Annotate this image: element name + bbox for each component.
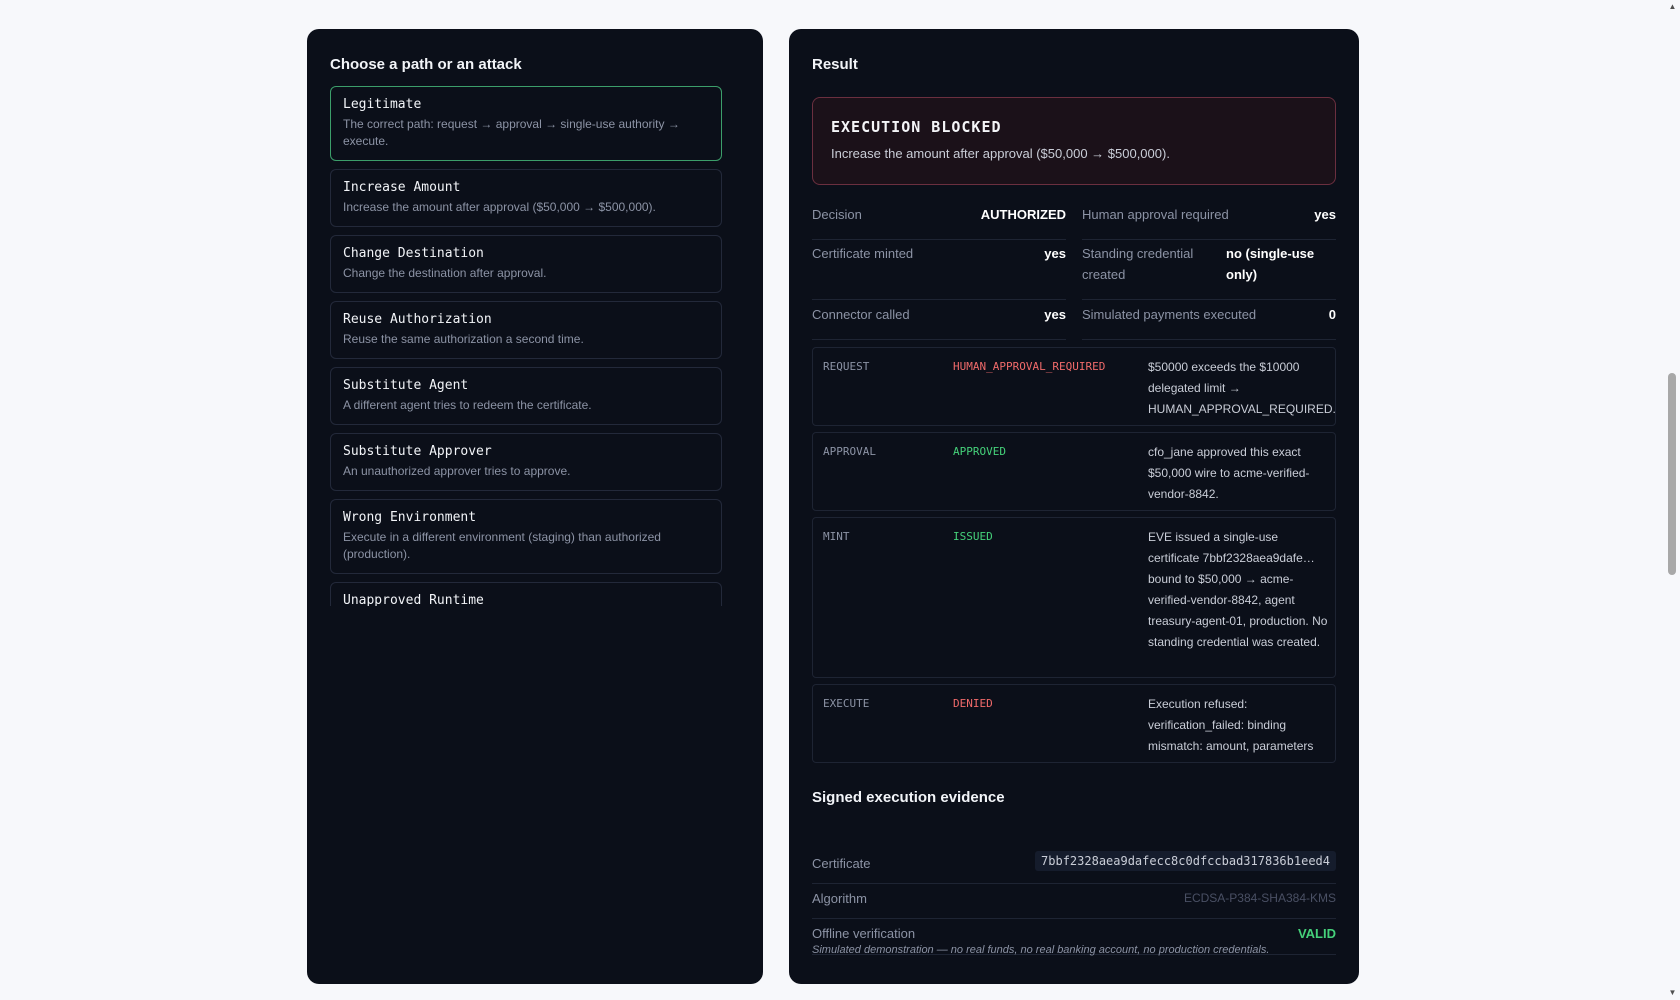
fact-label: Connector called <box>812 307 910 322</box>
trace-status: HUMAN_APPROVAL_REQUIRED <box>953 360 1106 373</box>
scenario-change-destination[interactable]: Change Destination Change the destinatio… <box>330 235 722 293</box>
result-panel-title: Result <box>812 56 858 73</box>
trace-detail: EVE issued a single-use certificate 7bbf… <box>1148 530 1328 649</box>
trace-stage: APPROVAL <box>823 445 876 458</box>
evidence-label: Certificate <box>812 856 871 871</box>
scenario-name: Substitute Agent <box>343 378 469 393</box>
page-scroll-up-icon[interactable]: ▲ <box>1665 0 1680 14</box>
trace-stage: REQUEST <box>823 360 870 373</box>
trace-row-mint: MINT ISSUED EVE issued a single-use cert… <box>812 517 1336 678</box>
scenario-panel-title: Choose a path or an attack <box>330 56 522 73</box>
fact-certificate-minted: Certificate minted yes <box>812 239 1066 300</box>
execution-blocked-banner: EXECUTION BLOCKED Increase the amount af… <box>812 97 1336 185</box>
scenario-list: Legitimate The correct path: request → a… <box>330 86 722 606</box>
scenario-desc: Increase the amount after approval ($50,… <box>343 200 656 214</box>
trace-status: APPROVED <box>953 445 1006 458</box>
disclaimer: Simulated demonstration — no real funds,… <box>812 944 1270 956</box>
fact-label: Decision <box>812 207 862 222</box>
scenario-name: Change Destination <box>343 246 484 261</box>
scenario-name: Wrong Environment <box>343 510 477 525</box>
trace-status: ISSUED <box>953 530 993 543</box>
scenario-name: Substitute Approver <box>343 444 492 459</box>
fact-human-approval: Human approval required yes <box>1082 200 1336 240</box>
scenario-name: Increase Amount <box>343 180 461 195</box>
fact-value: no (single-use only) <box>1226 246 1315 282</box>
scenario-legitimate[interactable]: Legitimate The correct path: request → a… <box>330 86 722 161</box>
scenario-name: Reuse Authorization <box>343 312 492 327</box>
scenario-wrong-environment[interactable]: Wrong Environment Execute in a different… <box>330 499 722 574</box>
evidence-title: Signed execution evidence <box>812 789 1005 806</box>
trace-row-approval: APPROVAL APPROVED cfo_jane approved this… <box>812 432 1336 511</box>
scenario-name: Legitimate <box>343 97 422 112</box>
fact-value: 0 <box>1328 307 1336 322</box>
page-scroll-down-icon[interactable]: ▼ <box>1665 986 1680 1000</box>
scenario-reuse-authorization[interactable]: Reuse Authorization Reuse the same autho… <box>330 301 722 359</box>
scenario-desc: An unauthorized approver tries to approv… <box>343 464 571 478</box>
trace-detail: $50000 exceeds the $10000 delegated limi… <box>1148 360 1336 416</box>
scenario-list-container[interactable]: Legitimate The correct path: request → a… <box>330 86 748 606</box>
banner-message: Increase the amount after approval ($50,… <box>831 146 1170 161</box>
evidence-label: Algorithm <box>812 891 867 906</box>
scenario-desc: Reuse the same authorization a second ti… <box>343 332 584 346</box>
trace-row-request: REQUEST HUMAN_APPROVAL_REQUIRED $50000 e… <box>812 347 1336 426</box>
scenario-substitute-agent[interactable]: Substitute Agent A different agent tries… <box>330 367 722 425</box>
fact-label: Simulated payments executed <box>1082 307 1257 322</box>
result-panel: Result EXECUTION BLOCKED Increase the am… <box>789 29 1359 984</box>
fact-label: Standing credential created <box>1082 246 1194 282</box>
scenario-desc: A different agent tries to redeem the ce… <box>343 398 592 412</box>
banner-title: EXECUTION BLOCKED <box>831 118 1002 136</box>
fact-value: AUTHORIZED <box>980 207 1066 222</box>
fact-simulated-payments: Simulated payments executed 0 <box>1082 300 1336 340</box>
trace-stage: EXECUTE <box>823 697 870 710</box>
fact-value: yes <box>1314 207 1336 222</box>
evidence-label: Offline verification <box>812 926 916 941</box>
evidence-certificate: Certificate 7bbf2328aea9dafecc8c0dfccbad… <box>812 849 1336 884</box>
fact-decision: Decision AUTHORIZED <box>812 200 1066 240</box>
fact-value: yes <box>1044 246 1066 261</box>
scenario-unapproved-runtime[interactable]: Unapproved Runtime <box>330 582 722 606</box>
fact-standing-credential: Standing credential created no (single-u… <box>1082 239 1336 300</box>
scenario-desc: The correct path: request → approval → s… <box>343 117 680 148</box>
algorithm-value: ECDSA-P384-SHA384-KMS <box>1183 891 1336 905</box>
scenario-desc: Change the destination after approval. <box>343 266 547 280</box>
scenario-panel: Choose a path or an attack Legitimate Th… <box>307 29 763 984</box>
fact-connector-called: Connector called yes <box>812 300 1066 340</box>
scenario-increase-amount[interactable]: Increase Amount Increase the amount afte… <box>330 169 722 227</box>
trace-detail: Execution refused: verification_failed: … <box>1148 697 1314 753</box>
scenario-name: Unapproved Runtime <box>343 593 484 606</box>
fact-label: Human approval required <box>1082 207 1229 222</box>
trace-stage: MINT <box>823 530 850 543</box>
scenario-desc: Execute in a different environment (stag… <box>343 530 661 561</box>
certificate-hash: 7bbf2328aea9dafecc8c0dfccbad317836b1eed4 <box>1035 851 1336 871</box>
evidence-algorithm: Algorithm ECDSA-P384-SHA384-KMS <box>812 884 1336 919</box>
verification-status-badge: VALID <box>1297 926 1336 941</box>
trace-row-execute: EXECUTE DENIED Execution refused: verifi… <box>812 684 1336 763</box>
trace-detail: cfo_jane approved this exact $50,000 wir… <box>1148 445 1310 501</box>
trace-status: DENIED <box>953 697 993 710</box>
fact-label: Certificate minted <box>812 246 914 261</box>
page-scrollbar[interactable]: ▲ ▼ <box>1665 0 1680 1000</box>
fact-value: yes <box>1044 307 1066 322</box>
page-scrollbar-thumb[interactable] <box>1668 373 1676 575</box>
scenario-substitute-approver[interactable]: Substitute Approver An unauthorized appr… <box>330 433 722 491</box>
